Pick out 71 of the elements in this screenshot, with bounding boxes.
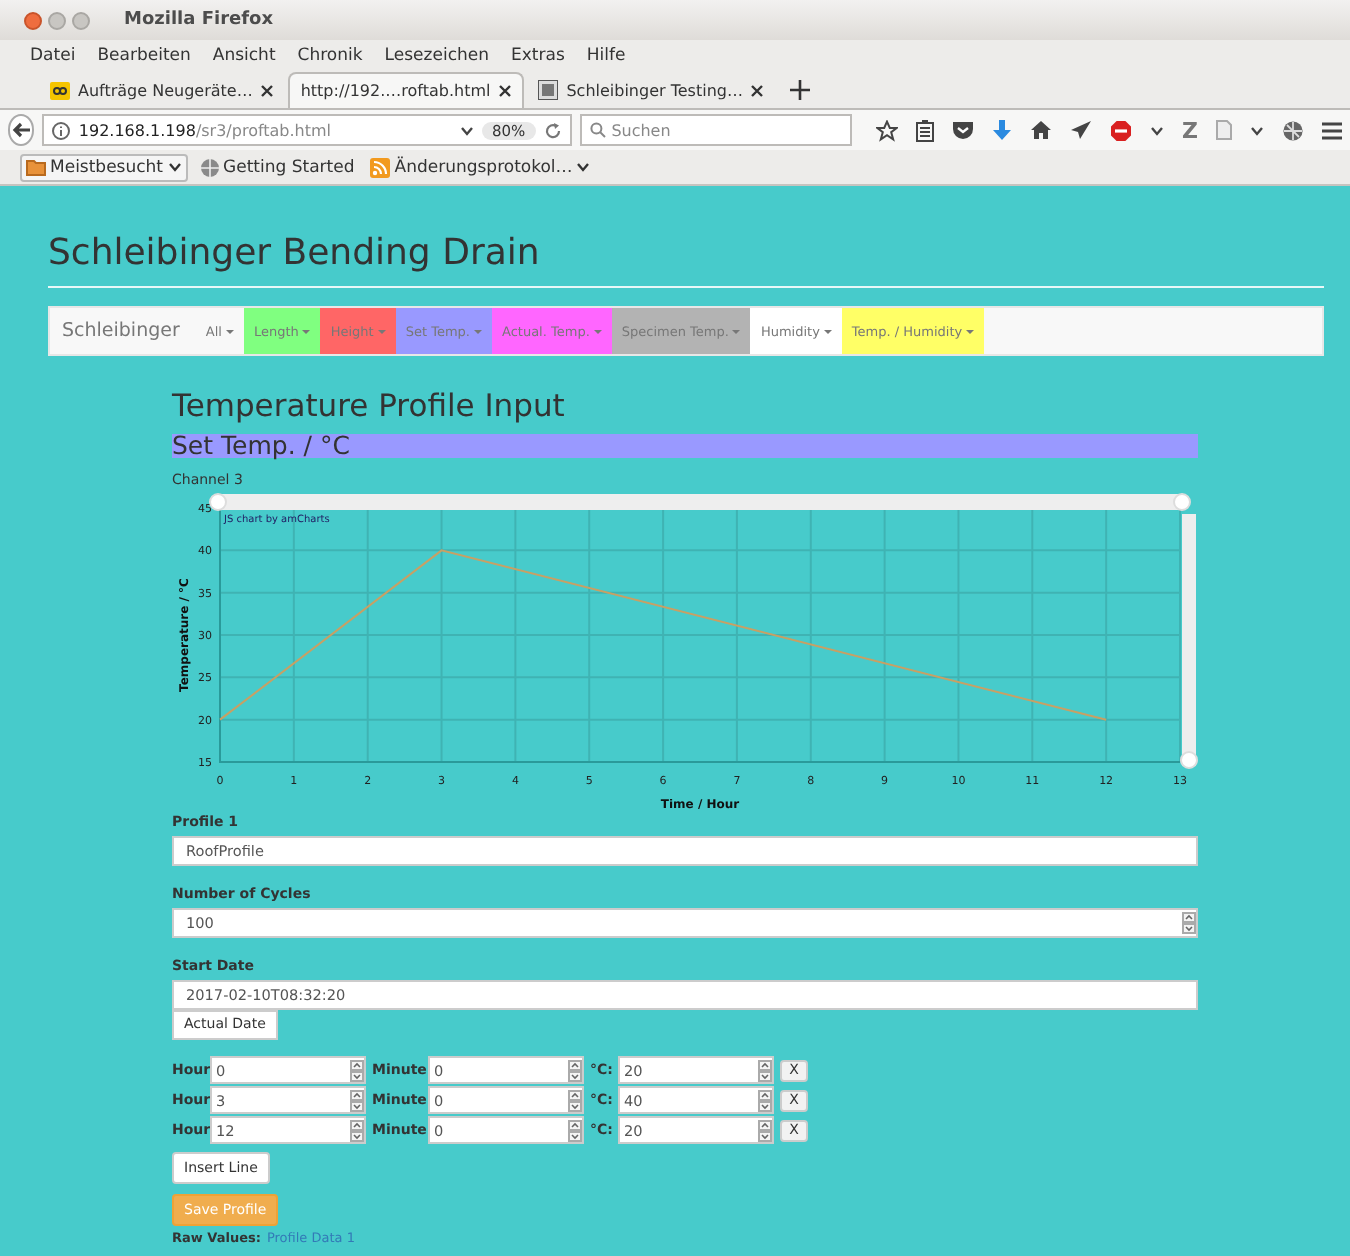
menu-item[interactable]: Hilfe: [586, 45, 626, 65]
globe-icon[interactable]: [1282, 119, 1304, 141]
browser-tab[interactable]: Aufträge Neugeräte…: [40, 72, 285, 108]
tab-favicon-icon: [50, 81, 70, 99]
close-button[interactable]: [24, 11, 42, 29]
spinner-icon[interactable]: [350, 1059, 364, 1081]
spinner-icon[interactable]: [1182, 912, 1196, 934]
close-icon[interactable]: [498, 84, 513, 98]
caret-icon: [225, 329, 234, 333]
window-title: Mozilla Firefox: [124, 10, 274, 30]
spinner-icon[interactable]: [758, 1089, 772, 1111]
caret-icon: [576, 162, 591, 172]
caret-icon: [167, 162, 182, 172]
menu-item[interactable]: Bearbeiten: [97, 45, 191, 65]
dropdown-icon[interactable]: [460, 125, 475, 135]
page-title: Schleibinger Bending Drain: [48, 232, 542, 276]
horizontal-scrollbar[interactable]: [209, 493, 1191, 511]
close-icon[interactable]: [260, 83, 275, 97]
close-icon[interactable]: [750, 83, 765, 97]
caret-icon[interactable]: [1250, 125, 1264, 135]
url-path: /sr3/proftab.html: [195, 121, 334, 139]
download-icon[interactable]: [992, 119, 1013, 141]
spinner-icon[interactable]: [568, 1119, 582, 1141]
caret-icon: [966, 329, 975, 333]
browser-tab[interactable]: http://192.…roftab.html: [288, 72, 525, 108]
menu-item[interactable]: Extras: [511, 45, 565, 65]
url-host: 192.168.1.198: [78, 121, 196, 139]
paper-plane-icon[interactable]: [1070, 120, 1093, 140]
brand-link[interactable]: Schleibinger: [62, 308, 196, 354]
caret-icon: [474, 329, 482, 333]
rss-feed-icon: [370, 157, 391, 177]
reload-icon[interactable]: [543, 121, 562, 139]
menu-item[interactable]: Chronik: [297, 45, 363, 65]
spinner-icon[interactable]: [350, 1119, 364, 1141]
clipboard-icon[interactable]: [916, 119, 935, 141]
folder-icon: [26, 158, 46, 176]
menu-item[interactable]: Lesezeichen: [384, 45, 490, 65]
globe-icon: [199, 157, 220, 177]
menu-item[interactable]: Ansicht: [212, 45, 276, 65]
info-icon: [52, 121, 71, 139]
menu-icon[interactable]: [1322, 121, 1342, 139]
toolbar-button[interactable]: Z: [1182, 117, 1198, 143]
browser-tab[interactable]: Schleibinger Testing…: [528, 72, 775, 108]
panel-title: Set Temp. / °C: [172, 434, 1198, 458]
spinner-icon[interactable]: [568, 1089, 582, 1111]
bookmark-item[interactable]: Getting Started: [195, 155, 359, 179]
stop-sign-icon[interactable]: [1110, 119, 1133, 141]
vertical-scrollbar[interactable]: [1180, 514, 1198, 769]
caret-icon: [377, 329, 386, 333]
caret-icon: [593, 329, 602, 333]
spinner-icon[interactable]: [758, 1119, 772, 1141]
home-icon[interactable]: [1030, 120, 1053, 140]
back-arrow-icon: [12, 122, 31, 138]
search-field[interactable]: Suchen: [579, 114, 853, 146]
caret-icon: [823, 329, 832, 333]
bookmark-item[interactable]: Meistbesucht: [20, 153, 188, 181]
spinner-icon[interactable]: [568, 1059, 582, 1081]
caret-icon: [302, 329, 311, 333]
back-button[interactable]: [8, 114, 35, 146]
section-heading: Temperature Profile Input: [172, 388, 565, 428]
new-tab-icon[interactable]: [790, 80, 811, 100]
spinner-icon[interactable]: [350, 1089, 364, 1111]
menu-item[interactable]: Datei: [30, 45, 76, 65]
caret-icon[interactable]: [1150, 125, 1165, 135]
caret-icon: [732, 329, 741, 333]
bookmark-item[interactable]: Änderungsprotokol…: [366, 155, 595, 179]
tab-favicon-icon: [538, 80, 559, 100]
spinner-icon[interactable]: [758, 1059, 772, 1081]
shield-icon[interactable]: [952, 120, 975, 140]
star-icon[interactable]: [876, 119, 899, 141]
search-icon: [589, 122, 606, 138]
